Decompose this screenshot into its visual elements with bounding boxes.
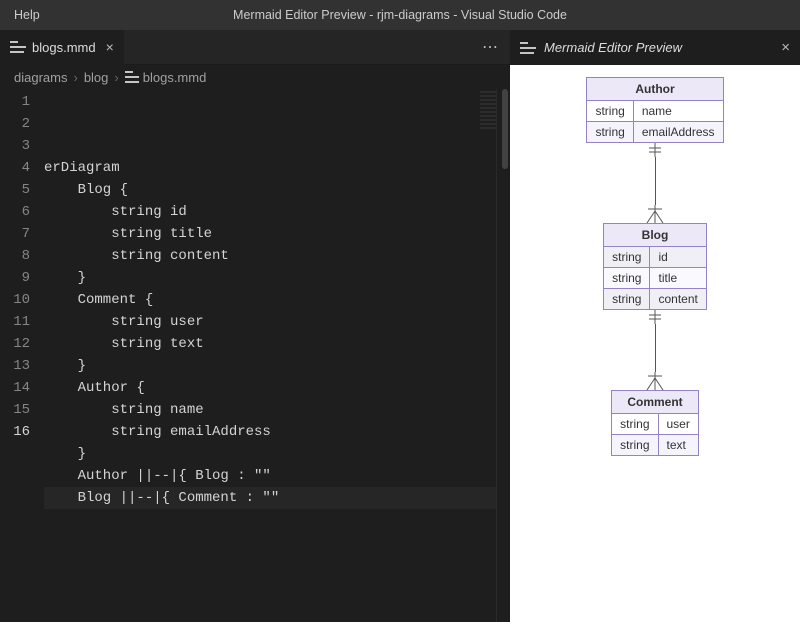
window-title: Mermaid Editor Preview - rjm-diagrams - …	[233, 8, 567, 22]
editor-group: blogs.mmd × ⋯ diagrams › blog › blogs.mm…	[0, 30, 510, 622]
entity-cell: emailAddress	[633, 122, 723, 143]
code-line: Author ||--|{ Blog : ""	[44, 465, 510, 487]
preview-canvas[interactable]: AuthorstringnamestringemailAddress Blogs…	[510, 65, 800, 622]
file-icon	[10, 46, 26, 48]
entity-cell: content	[650, 289, 706, 310]
cardinality-many-icon	[645, 205, 665, 223]
line-number: 15	[0, 399, 30, 421]
preview-icon	[520, 47, 536, 49]
entity-cell: string	[587, 122, 633, 143]
tab-label: blogs.mmd	[32, 40, 96, 55]
entity-title: Blog	[604, 224, 707, 247]
entity-cell: string	[612, 435, 658, 456]
cardinality-one-icon	[645, 143, 665, 157]
menubar: Help Mermaid Editor Preview - rjm-diagra…	[0, 0, 800, 30]
line-number: 9	[0, 267, 30, 289]
workbench: blogs.mmd × ⋯ diagrams › blog › blogs.mm…	[0, 30, 800, 622]
more-icon[interactable]: ⋯	[482, 37, 498, 57]
line-number: 4	[0, 157, 30, 179]
line-number: 8	[0, 245, 30, 267]
line-number: 13	[0, 355, 30, 377]
preview-tab-label: Mermaid Editor Preview	[544, 40, 682, 55]
entity-author: AuthorstringnamestringemailAddress	[586, 77, 723, 143]
breadcrumb-file[interactable]: blogs.mmd	[143, 70, 207, 85]
entity-cell: string	[604, 289, 650, 310]
line-number: 12	[0, 333, 30, 355]
entity-cell: string	[587, 101, 633, 122]
code-line: Comment {	[44, 289, 510, 311]
entity-cell: string	[604, 268, 650, 289]
chevron-right-icon: ›	[71, 70, 79, 85]
code-editor[interactable]: 12345678910111213141516 erDiagram Blog {…	[0, 89, 510, 622]
file-icon	[125, 76, 139, 78]
line-number: 11	[0, 311, 30, 333]
gutter: 12345678910111213141516	[0, 89, 44, 622]
code-line: }	[44, 443, 510, 465]
code-line: string title	[44, 223, 510, 245]
code-line: string content	[44, 245, 510, 267]
entity-cell: string	[604, 247, 650, 268]
breadcrumb-folder[interactable]: blog	[84, 70, 109, 85]
line-number: 14	[0, 377, 30, 399]
tabs-bar: blogs.mmd × ⋯	[0, 30, 510, 65]
preview-panel: Mermaid Editor Preview × Authorstringnam…	[510, 30, 800, 622]
cardinality-many-icon	[645, 372, 665, 390]
breadcrumb[interactable]: diagrams › blog › blogs.mmd	[0, 65, 510, 89]
code-line: string text	[44, 333, 510, 355]
entity-title: Author	[587, 78, 723, 101]
breadcrumb-folder[interactable]: diagrams	[14, 70, 67, 85]
code-line: string name	[44, 399, 510, 421]
code-line: Blog ||--|{ Comment : ""	[44, 487, 510, 509]
close-icon[interactable]: ×	[781, 39, 790, 56]
entity-cell: id	[650, 247, 706, 268]
preview-tabs-bar: Mermaid Editor Preview ×	[510, 30, 800, 65]
relation-author-blog	[645, 143, 665, 223]
code-line: string id	[44, 201, 510, 223]
line-number: 7	[0, 223, 30, 245]
tab-actions: ⋯	[470, 37, 510, 57]
line-number: 5	[0, 179, 30, 201]
line-number: 10	[0, 289, 30, 311]
line-number: 1	[0, 91, 30, 113]
chevron-right-icon: ›	[112, 70, 120, 85]
code-line: }	[44, 267, 510, 289]
code-content[interactable]: erDiagram Blog { string id string title …	[44, 89, 510, 622]
relation-blog-comment	[645, 310, 665, 390]
code-line: erDiagram	[44, 157, 510, 179]
line-number: 16	[0, 421, 30, 443]
entity-cell: user	[658, 414, 698, 435]
line-number: 6	[0, 201, 30, 223]
entity-title: Comment	[612, 391, 699, 414]
tab-mermaid-preview[interactable]: Mermaid Editor Preview ×	[510, 30, 800, 65]
tab-blogs-mmd[interactable]: blogs.mmd ×	[0, 30, 125, 65]
cardinality-one-icon	[645, 310, 665, 324]
line-number: 2	[0, 113, 30, 135]
code-line: string emailAddress	[44, 421, 510, 443]
scrollbar-vertical[interactable]	[496, 89, 510, 622]
entity-cell: string	[612, 414, 658, 435]
entity-comment: Commentstringuserstringtext	[611, 390, 699, 456]
entity-cell: name	[633, 101, 723, 122]
close-icon[interactable]: ×	[102, 39, 114, 55]
code-line: string user	[44, 311, 510, 333]
entity-blog: Blogstringidstringtitlestringcontent	[603, 223, 707, 310]
entity-cell: text	[658, 435, 698, 456]
code-line: Blog {	[44, 179, 510, 201]
line-number: 3	[0, 135, 30, 157]
menu-help[interactable]: Help	[8, 6, 46, 24]
entity-cell: title	[650, 268, 706, 289]
code-line: Author {	[44, 377, 510, 399]
code-line: }	[44, 355, 510, 377]
